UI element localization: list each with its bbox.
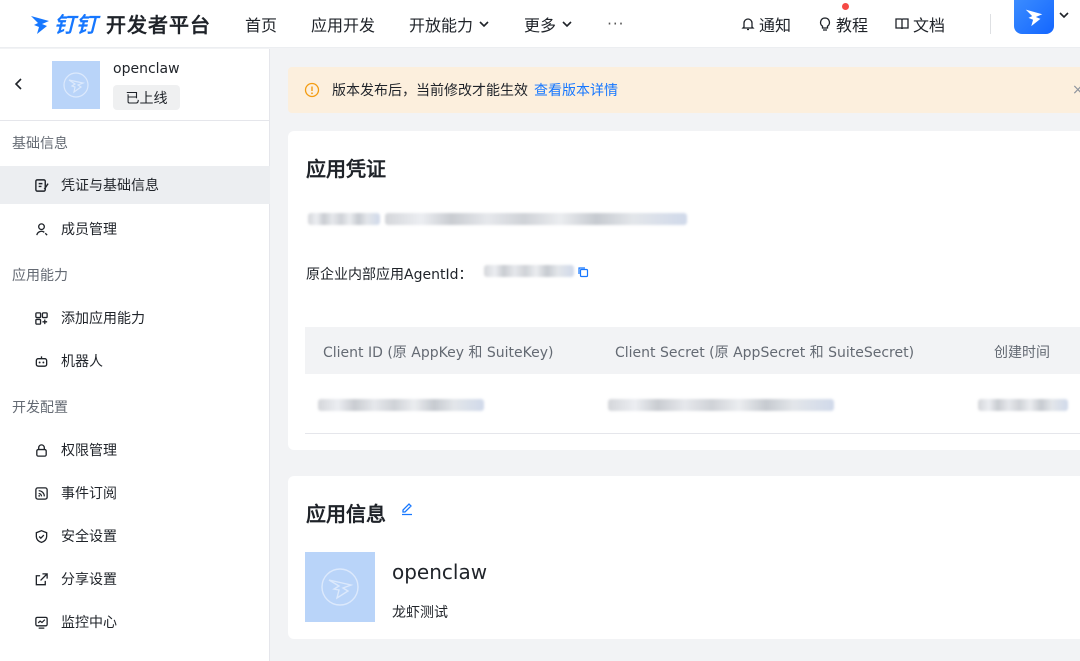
- chevron-left-icon[interactable]: [12, 77, 26, 91]
- tutorial-label: 教程: [836, 16, 869, 35]
- share-icon: [35, 572, 48, 585]
- tutorial-button[interactable]: 教程: [817, 12, 868, 36]
- close-icon[interactable]: ×: [1072, 82, 1080, 98]
- sidebar-item-label: 添加应用能力: [61, 311, 145, 327]
- nav-open-capability[interactable]: 开放能力: [409, 12, 490, 36]
- document-edit-icon: [35, 178, 49, 192]
- sidebar-item-robot[interactable]: 机器人: [0, 342, 270, 380]
- credentials-table-header: Client ID (原 AppKey 和 SuiteKey) Client S…: [305, 327, 1080, 374]
- sidebar-item-label: 监控中心: [61, 615, 117, 631]
- notify-button[interactable]: 通知: [740, 12, 791, 36]
- redacted-client-id: [318, 399, 484, 411]
- lock-icon: [36, 443, 47, 457]
- rss-icon: [35, 486, 48, 500]
- app-info-thumbnail: [305, 552, 375, 622]
- logo-platform-text: 开发者平台: [106, 13, 211, 37]
- copy-icon[interactable]: [577, 266, 589, 278]
- app-info-description: 龙虾测试: [392, 605, 448, 621]
- app-info-card: 应用信息 openclaw 龙虾测试: [288, 476, 1080, 639]
- column-client-id: Client ID (原 AppKey 和 SuiteKey): [323, 345, 554, 361]
- sidebar-item-label: 权限管理: [61, 443, 117, 459]
- nav-more-label: 更多: [524, 15, 557, 35]
- column-created-time: 创建时间: [994, 345, 1050, 361]
- robot-icon: [35, 355, 48, 367]
- sidebar-item-members[interactable]: 成员管理: [0, 210, 270, 248]
- chevron-down-icon[interactable]: [1058, 9, 1070, 21]
- sidebar-item-share[interactable]: 分享设置: [0, 560, 270, 598]
- user-icon: [36, 222, 48, 236]
- logo-ding-text: 钉钉: [54, 12, 98, 37]
- sidebar-item-monitoring[interactable]: 监控中心: [0, 603, 270, 641]
- sidebar-item-security[interactable]: 安全设置: [0, 517, 270, 555]
- monitor-icon: [35, 616, 48, 629]
- app-thumbnail: [52, 61, 100, 109]
- chevron-down-icon: [562, 20, 572, 27]
- grid-add-icon: [35, 311, 48, 325]
- version-notice-banner: 版本发布后，当前修改才能生效 查看版本详情 ×: [288, 67, 1080, 113]
- main-nav: 首页 应用开发 开放能力 更多 ···: [245, 0, 658, 48]
- nav-home[interactable]: 首页: [245, 12, 277, 36]
- redacted-text: [385, 213, 687, 225]
- sidebar-item-events[interactable]: 事件订阅: [0, 474, 270, 512]
- sidebar-item-label: 安全设置: [61, 529, 117, 545]
- column-client-secret: Client Secret (原 AppSecret 和 SuiteSecret…: [615, 345, 915, 361]
- section-app-capability: 应用能力: [12, 268, 68, 284]
- avatar[interactable]: [1014, 0, 1054, 34]
- app-logo-icon: [321, 568, 359, 606]
- notify-label: 通知: [759, 16, 792, 35]
- book-icon: [895, 18, 909, 30]
- nav-right-tools: 通知 教程 文档: [740, 0, 971, 48]
- app-logo-icon: [63, 72, 89, 98]
- section-basic-info: 基础信息: [12, 136, 68, 152]
- lightbulb-icon: [819, 17, 831, 31]
- credentials-card: 应用凭证 原企业内部应用AgentId： Client ID (原 AppKey…: [288, 131, 1080, 450]
- agent-id-label: 原企业内部应用AgentId：: [306, 267, 473, 283]
- sidebar-item-credentials[interactable]: 凭证与基础信息: [0, 166, 270, 204]
- nav-more[interactable]: 更多: [524, 12, 573, 36]
- section-dev-config: 开发配置: [12, 400, 68, 416]
- credentials-title: 应用凭证: [306, 157, 386, 181]
- app-info-title: 应用信息: [306, 502, 386, 526]
- sidebar: openclaw 已上线 基础信息 凭证与基础信息 成员管理 应用能力 添加应用…: [0, 49, 270, 661]
- version-details-link[interactable]: 查看版本详情: [534, 83, 618, 99]
- redacted-text: [308, 213, 380, 225]
- sidebar-item-label: 分享设置: [61, 572, 117, 588]
- docs-button[interactable]: 文档: [894, 12, 945, 36]
- redacted-created-time: [978, 399, 1068, 411]
- dingtalk-avatar-icon: [1025, 9, 1043, 27]
- nav-app-dev-label: 应用开发: [311, 15, 376, 35]
- banner-text: 版本发布后，当前修改才能生效 查看版本详情: [332, 80, 618, 100]
- sidebar-item-permissions[interactable]: 权限管理: [0, 431, 270, 469]
- nav-home-label: 首页: [245, 15, 278, 35]
- app-name: openclaw: [113, 61, 180, 77]
- top-nav-bar: 钉钉 开发者平台 首页 应用开发 开放能力 更多 ··· 通知 教程 文档: [0, 0, 1080, 48]
- app-header: openclaw 已上线: [0, 49, 269, 121]
- nav-ellipsis[interactable]: ···: [607, 15, 624, 33]
- status-badge: 已上线: [113, 85, 180, 110]
- sidebar-item-label: 事件订阅: [61, 486, 117, 502]
- table-divider: [305, 433, 1080, 434]
- banner-message: 版本发布后，当前修改才能生效: [332, 83, 528, 99]
- nav-open-capability-label: 开放能力: [409, 15, 474, 35]
- app-info-name: openclaw: [392, 560, 488, 584]
- nav-app-dev[interactable]: 应用开发: [311, 12, 375, 36]
- edit-icon[interactable]: [400, 502, 414, 516]
- sidebar-item-label: 成员管理: [61, 222, 117, 238]
- chevron-down-icon: [479, 20, 489, 27]
- warning-icon: [304, 82, 320, 98]
- shield-icon: [35, 529, 48, 543]
- sidebar-item-label: 凭证与基础信息: [61, 178, 159, 194]
- sidebar-item-label: 机器人: [61, 354, 103, 370]
- sidebar-item-add-capability[interactable]: 添加应用能力: [0, 299, 270, 337]
- redacted-agent-id: [484, 265, 574, 277]
- redacted-client-secret: [608, 399, 834, 411]
- dingtalk-logo[interactable]: 钉钉 开发者平台: [28, 0, 211, 48]
- notification-dot: [842, 3, 849, 10]
- dingtalk-logo-icon: [31, 15, 49, 34]
- bell-icon: [741, 18, 755, 31]
- nav-divider: [990, 14, 991, 34]
- docs-label: 文档: [913, 16, 946, 35]
